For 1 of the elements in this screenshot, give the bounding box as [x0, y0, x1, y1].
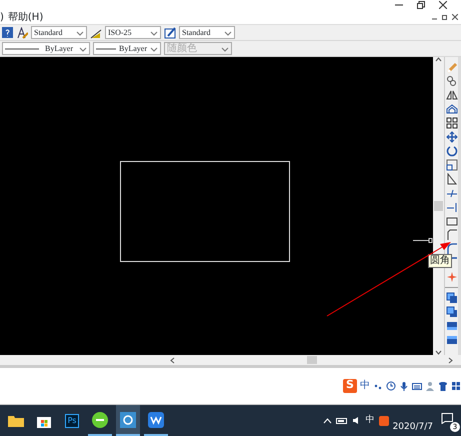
tooltip: 圆角: [428, 254, 452, 268]
